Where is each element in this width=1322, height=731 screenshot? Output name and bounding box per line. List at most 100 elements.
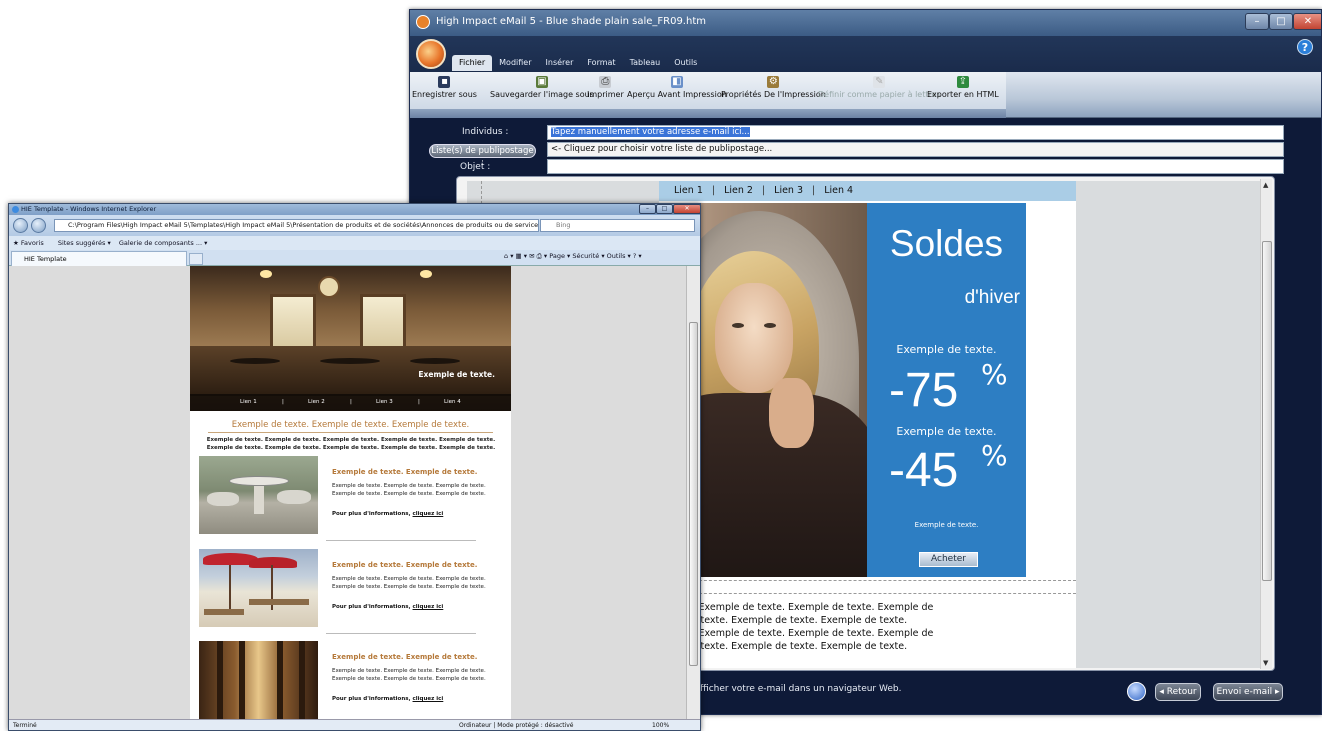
preview-browser-icon[interactable] xyxy=(1127,682,1146,701)
ie-tab-row: HIE Template ⌂ ▾ ▦ ▾ ✉ ⎙ ▾ Page ▾ Sécuri… xyxy=(9,250,700,266)
body-line: de texte. Exemple de texte. Exemple de t… xyxy=(659,628,934,639)
stationery-icon: ✎ xyxy=(873,76,886,88)
page-nav-link-1[interactable]: Lien 1 xyxy=(240,394,257,411)
ie-scroll-thumb[interactable] xyxy=(689,322,698,666)
ie-maximize-button[interactable]: □ xyxy=(656,204,673,214)
maximize-button[interactable]: □ xyxy=(1269,13,1293,30)
product-item: Exemple de texte. Exemple de texte. Exem… xyxy=(198,549,508,634)
ie-scrollbar[interactable] xyxy=(686,266,700,719)
tab-inserer[interactable]: Insérer xyxy=(539,55,581,71)
more-info: Pour plus d'informations, cliquez ici xyxy=(332,696,444,702)
tab-modifier[interactable]: Modifier xyxy=(492,55,538,71)
web-slice-gallery-button[interactable]: Galerie de composants ... ▾ xyxy=(119,239,208,247)
stationery-button[interactable]: ✎ Définir comme papier à lettres xyxy=(818,76,941,99)
address-bar[interactable]: C:\Program Files\High Impact eMail 5\Tem… xyxy=(54,219,539,232)
export-html-button[interactable]: ⇪ Exporter en HTML xyxy=(927,76,999,99)
print-preview-label: Aperçu Avant Impression xyxy=(627,90,727,99)
more-info-link[interactable]: cliquez ici xyxy=(413,604,444,610)
search-input[interactable]: Bing xyxy=(540,219,695,232)
app-logo-icon[interactable] xyxy=(416,39,446,69)
sale-subheadline: d'hiver xyxy=(964,287,1020,308)
individus-field[interactable]: Tapez manuellement votre adresse e-mail … xyxy=(547,125,1284,140)
body-line: emple de texte. Exemple de texte. Exempl… xyxy=(659,615,908,626)
body-line: de texte. Exemple de texte. Exemple de t… xyxy=(659,602,934,613)
sale-text-3: Exemple de texte. xyxy=(914,521,979,529)
page-menu[interactable]: Page ▾ xyxy=(549,252,570,260)
editor-scrollbar[interactable]: ▲ ▼ xyxy=(1260,179,1272,669)
sale-headline: Soldes xyxy=(889,223,1004,264)
send-email-button[interactable]: Envoi e-mail ▸ xyxy=(1213,683,1283,701)
page-nav-link-4[interactable]: Lien 4 xyxy=(444,394,461,411)
mailing-list-button[interactable]: Liste(s) de publipostage : xyxy=(429,144,536,168)
tab-tableau[interactable]: Tableau xyxy=(623,55,668,71)
nav-link-2[interactable]: Lien 2 xyxy=(724,185,753,196)
hie-titlebar: High Impact eMail 5 - Blue shade plain s… xyxy=(410,10,1321,36)
zone-status: Ordinateur | Mode protégé : désactivé xyxy=(459,722,574,729)
minimize-button[interactable]: – xyxy=(1245,13,1269,30)
stationery-label: Définir comme papier à lettres xyxy=(818,90,941,99)
email-navbar: Lien 1 | Lien 2 | Lien 3 | Lien 4 xyxy=(659,181,1076,201)
save-icon: ▪ xyxy=(438,76,451,88)
home-icon[interactable]: ⌂ ▾ xyxy=(504,252,513,260)
email-body-text[interactable]: de texte. Exemple de texte. Exemple de t… xyxy=(659,601,1073,653)
editor-scroll-thumb[interactable] xyxy=(1262,241,1272,581)
tab-outils[interactable]: Outils xyxy=(667,55,704,71)
nav-link-4[interactable]: Lien 4 xyxy=(824,185,853,196)
more-info-link[interactable]: cliquez ici xyxy=(413,696,444,702)
print-properties-button[interactable]: ⚙ Propriétés De l'Impression xyxy=(721,76,826,99)
suggested-sites-button[interactable]: Sites suggérés ▾ xyxy=(58,239,111,247)
save-image-label: Sauvegarder l'image sous xyxy=(490,90,594,99)
page-nav-link-2[interactable]: Lien 2 xyxy=(308,394,325,411)
back-button[interactable]: ◂ Retour xyxy=(1155,683,1201,701)
ie-statusbar: Terminé Ordinateur | Mode protégé : désa… xyxy=(9,719,700,730)
help-icon[interactable]: ? ▾ xyxy=(633,252,642,260)
individus-value: Tapez manuellement votre adresse e-mail … xyxy=(551,127,750,137)
page-nav-link-3[interactable]: Lien 3 xyxy=(376,394,393,411)
nav-link-3[interactable]: Lien 3 xyxy=(774,185,803,196)
mailing-list-field[interactable]: <- Cliquez pour choisir votre liste de p… xyxy=(547,142,1284,157)
page-navbar: Lien 1 | Lien 2 | Lien 3 | Lien 4 xyxy=(190,394,511,411)
buy-button[interactable]: Acheter xyxy=(919,552,978,567)
product-image xyxy=(199,549,318,627)
hero-caption: Exemple de texte. xyxy=(418,370,495,379)
product-title: Exemple de texte. Exemple de texte. xyxy=(332,468,478,476)
back-arrow-icon[interactable] xyxy=(13,218,28,233)
page-heading: Exemple de texte. Exemple de texte. Exem… xyxy=(231,420,470,430)
tab-fichier[interactable]: Fichier xyxy=(452,55,493,71)
print-preview-button[interactable]: ◧ Aperçu Avant Impression xyxy=(627,76,727,99)
save-image-icon: ▣ xyxy=(535,76,548,88)
objet-field[interactable] xyxy=(547,159,1284,174)
print-icon: ⎙ xyxy=(599,76,612,88)
security-menu[interactable]: Sécurité ▾ xyxy=(572,252,604,260)
product-title: Exemple de texte. Exemple de texte. xyxy=(332,561,478,569)
more-info-link[interactable]: cliquez ici xyxy=(413,511,444,517)
product-image xyxy=(199,456,318,534)
new-tab-button[interactable] xyxy=(189,253,203,265)
print-preview-icon: ◧ xyxy=(670,76,683,88)
ie-tab[interactable]: HIE Template xyxy=(11,251,187,266)
mail-icon[interactable]: ✉ xyxy=(529,252,534,260)
forward-arrow-icon[interactable] xyxy=(31,218,46,233)
product-title: Exemple de texte. Exemple de texte. xyxy=(332,653,478,661)
help-icon[interactable]: ? xyxy=(1297,39,1313,55)
close-button[interactable]: ✕ xyxy=(1293,13,1321,30)
more-info: Pour plus d'informations, cliquez ici xyxy=(332,511,444,517)
ie-minimize-button[interactable]: – xyxy=(639,204,656,214)
email-content[interactable]: Lien 1 | Lien 2 | Lien 3 | Lien 4 Soldes d'hiv… xyxy=(659,181,1076,668)
favorites-button[interactable]: ★ Favoris xyxy=(13,239,50,247)
export-html-icon: ⇪ xyxy=(956,76,969,88)
window-title: High Impact eMail 5 - Blue shade plain s… xyxy=(436,16,706,27)
sale-text-2: Exemple de texte. xyxy=(896,425,997,438)
zoom-level[interactable]: 100% xyxy=(652,720,669,730)
tools-menu[interactable]: Outils ▾ xyxy=(607,252,631,260)
nav-link-1[interactable]: Lien 1 xyxy=(674,185,703,196)
save-image-button[interactable]: ▣ Sauvegarder l'image sous xyxy=(490,76,594,99)
ie-close-button[interactable]: ✕ xyxy=(673,204,700,214)
save-as-button[interactable]: ▪ Enregistrer sous xyxy=(412,76,477,99)
feeds-icon[interactable]: ▦ ▾ xyxy=(516,252,527,260)
export-html-label: Exporter en HTML xyxy=(927,90,999,99)
print-icon[interactable]: ⎙ ▾ xyxy=(537,252,548,260)
tab-format[interactable]: Format xyxy=(580,55,622,71)
product-text: Exemple de texte. Exemple de texte. Exem… xyxy=(332,576,486,590)
print-button[interactable]: ⎙ Imprimer xyxy=(587,76,624,99)
